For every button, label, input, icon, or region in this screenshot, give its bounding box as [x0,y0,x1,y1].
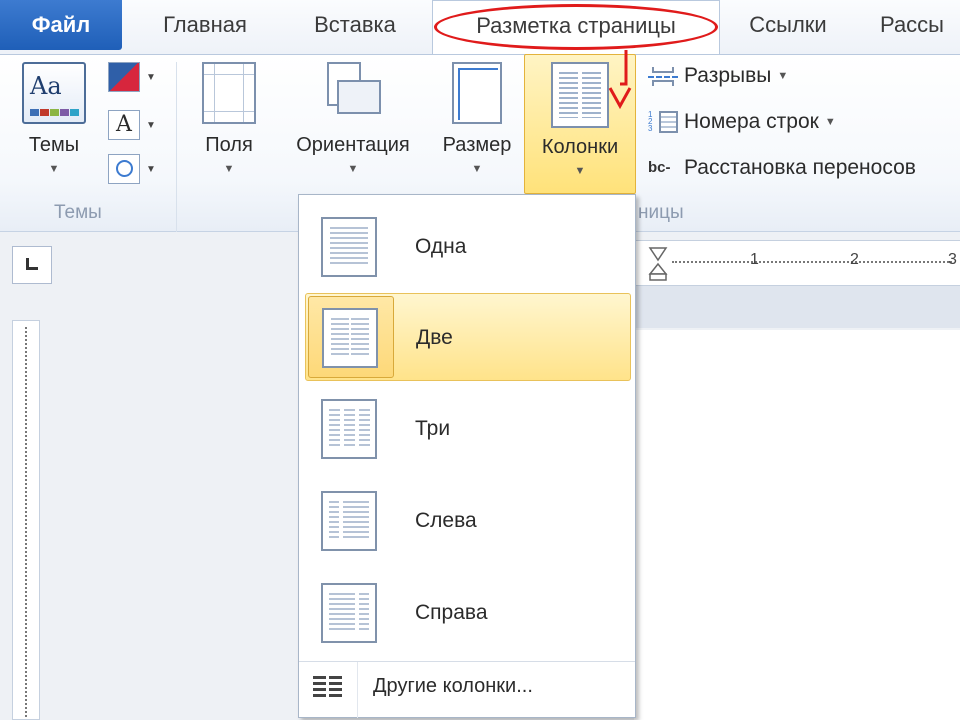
menu-item-more-columns[interactable]: Другие колонки... [299,662,635,718]
menu-item-label: Три [415,417,451,440]
menu-item-label: Справа [415,601,488,624]
tab-file[interactable]: Файл [0,0,122,50]
size-label: Размер [442,134,512,156]
menu-item-three-columns[interactable]: Три [305,385,631,473]
menu-item-label: Две [416,326,453,349]
tab-mailings[interactable]: Рассы [880,0,960,50]
ribbon-tab-strip: Файл Главная Вставка Разметка страницы С… [0,0,960,54]
theme-effects-icon[interactable] [108,154,140,184]
more-columns-label: Другие колонки... [373,675,533,697]
vertical-ruler[interactable] [12,320,40,720]
hyphenation-button[interactable]: bc- Расстановка переносов [648,156,916,180]
indent-marker-icon[interactable] [648,246,668,282]
chevron-down-icon: ▼ [146,164,156,175]
chevron-down-icon: ▼ [777,70,789,83]
columns-dropdown-menu: Одна Две Три Слева Справа Другие колонки… [298,194,636,718]
breaks-button[interactable]: Разрывы ▼ [648,64,788,88]
orientation-label: Ориентация [296,134,410,156]
tab-insert[interactable]: Вставка [290,0,420,50]
chevron-down-icon: ▼ [146,120,156,131]
page-size-icon [452,62,502,124]
hyphenation-label: Расстановка переносов [684,156,916,179]
left-tab-icon [26,258,38,270]
annotation-arrow [608,50,632,110]
ruler-mark: 3 [948,251,957,268]
chevron-down-icon: ▼ [574,165,586,177]
margins-button[interactable]: Поля ▼ [194,62,264,175]
line-numbers-label: Номера строк [684,110,819,133]
group-divider [176,62,177,232]
columns-label: Колонки [541,136,619,158]
ruler-shadow [636,286,960,328]
orientation-button[interactable]: Ориентация ▼ [280,62,426,175]
more-columns-icon [313,676,343,700]
theme-fonts-icon[interactable]: A [108,110,140,140]
columns-icon [551,62,609,128]
theme-colors-icon[interactable] [108,62,140,92]
orientation-icon [323,62,383,124]
page-setup-group-label: ницы [638,202,684,223]
breaks-label: Разрывы [684,64,772,87]
menu-item-label: Слева [415,509,477,532]
chevron-down-icon: ▼ [146,72,156,83]
right-column-icon [321,583,377,643]
menu-item-two-columns[interactable]: Две [305,293,631,381]
chevron-down-icon: ▼ [347,163,359,175]
margins-icon [202,62,256,124]
menu-item-left-column[interactable]: Слева [305,477,631,565]
page-breaks-icon [648,65,678,87]
chevron-down-icon: ▼ [824,116,836,129]
tab-home[interactable]: Главная [140,0,270,50]
two-columns-icon [322,308,378,368]
three-columns-icon [321,399,377,459]
hyphenation-icon: bc- [648,159,671,177]
document-page[interactable] [634,330,960,720]
menu-item-right-column[interactable]: Справа [305,569,631,657]
menu-item-label: Одна [415,235,467,258]
menu-item-one-column[interactable]: Одна [305,203,631,291]
ruler-mark: 1 [750,251,759,268]
menu-icon-gutter [357,662,358,718]
horizontal-ruler[interactable]: 1 2 3 [636,240,960,286]
themes-button[interactable]: Aa Темы ▼ [14,62,94,175]
size-button[interactable]: Размер ▼ [434,62,520,175]
chevron-down-icon: ▼ [471,163,483,175]
margins-label: Поля [205,134,253,156]
tab-page-layout[interactable]: Разметка страницы [432,0,720,54]
chevron-down-icon: ▼ [48,163,60,175]
left-column-icon [321,491,377,551]
tab-selector[interactable] [12,246,52,284]
ruler-mark: 2 [850,251,859,268]
themes-label: Темы [28,134,80,156]
themes-icon: Aa [22,62,86,124]
line-numbers-button[interactable]: 123 Номера строк ▼ [648,110,836,134]
one-column-icon [321,217,377,277]
line-numbers-icon: 123 [648,111,678,134]
tab-references[interactable]: Ссылки [728,0,848,50]
chevron-down-icon: ▼ [223,163,235,175]
themes-group-label: Темы [54,202,102,223]
